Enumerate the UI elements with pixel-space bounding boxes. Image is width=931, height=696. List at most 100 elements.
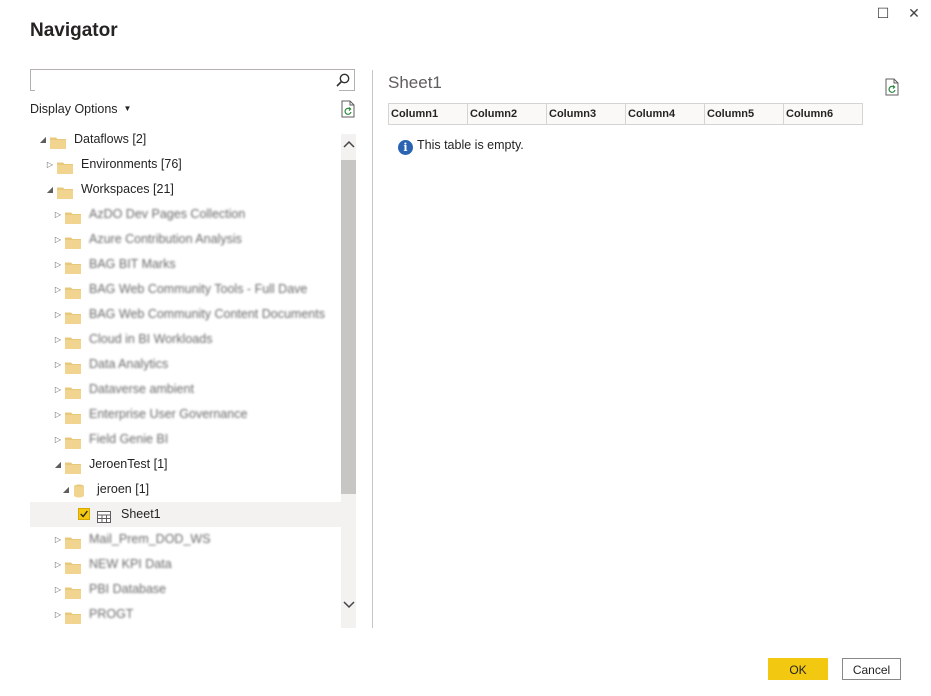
expand-arrow-icon[interactable]: ▷ — [53, 577, 63, 602]
search-box[interactable] — [30, 69, 355, 91]
tree-item[interactable]: ▷ BAG Web Community Content Documents — [30, 302, 341, 327]
search-input[interactable] — [35, 71, 339, 91]
table-icon — [97, 507, 113, 523]
expand-arrow-icon[interactable]: ▷ — [53, 527, 63, 552]
empty-table-message: i This table is empty. — [398, 138, 524, 155]
tree-scrollbar[interactable] — [341, 134, 356, 628]
folder-icon — [57, 158, 73, 174]
tree-item[interactable]: ▷ PBI Database — [30, 577, 341, 602]
tree-item-label: Azure Contribution Analysis — [89, 232, 242, 246]
expand-arrow-icon[interactable]: ▷ — [53, 252, 63, 277]
folder-icon — [65, 583, 81, 599]
tree-item-label: Environments [76] — [81, 157, 182, 171]
tree-item-label: BAG Web Community Tools - Full Dave — [89, 282, 308, 296]
tree-item-label: Field Genie BI — [89, 432, 169, 446]
folder-icon — [65, 533, 81, 549]
folder-icon — [65, 258, 81, 274]
caret-down-icon: ▼ — [123, 104, 132, 113]
expand-arrow-icon[interactable]: ▷ — [53, 202, 63, 227]
scroll-thumb[interactable] — [341, 160, 356, 494]
pane-divider — [372, 70, 373, 628]
folder-icon — [65, 308, 81, 324]
tree-item-label: Cloud in BI Workloads — [89, 332, 213, 346]
expand-arrow-icon[interactable]: ▷ — [53, 327, 63, 352]
empty-message-text: This table is empty. — [417, 138, 524, 152]
tree-item[interactable]: ▷ AzDO Dev Pages Collection — [30, 202, 341, 227]
folder-icon — [65, 433, 81, 449]
refresh-preview-icon[interactable] — [884, 78, 900, 96]
maximize-button[interactable]: ☐ — [874, 4, 892, 22]
folder-icon — [65, 383, 81, 399]
folder-icon — [65, 208, 81, 224]
tree-item[interactable]: ▷ Dataverse ambient — [30, 377, 341, 402]
expand-arrow-icon[interactable]: ▷ — [53, 377, 63, 402]
tree-item-label: Workspaces [21] — [81, 182, 174, 196]
chevron-down-icon[interactable] — [341, 596, 356, 616]
column-header: Column3 — [546, 103, 626, 125]
ok-button[interactable]: OK — [768, 658, 828, 680]
tree-item[interactable]: ◢ JeroenTest [1] — [30, 452, 341, 477]
tree-item[interactable]: ▷ BAG BIT Marks — [30, 252, 341, 277]
chevron-up-icon[interactable] — [341, 137, 356, 157]
tree-item[interactable]: ▷ Environments [76] — [30, 152, 341, 177]
tree-item[interactable]: ▷ Mail_Prem_DOD_WS — [30, 527, 341, 552]
expand-arrow-icon[interactable]: ▷ — [45, 152, 55, 177]
folder-icon — [65, 333, 81, 349]
column-header: Column2 — [467, 103, 547, 125]
tree-item-label: Data Analytics — [89, 357, 169, 371]
tree-item-label: Sheet1 — [121, 507, 161, 521]
expand-arrow-icon[interactable]: ▷ — [53, 402, 63, 427]
tree-item[interactable]: ▷ Enterprise User Governance — [30, 402, 341, 427]
expand-arrow-icon[interactable]: ▷ — [53, 552, 63, 577]
folder-icon — [65, 233, 81, 249]
column-header: Column5 — [704, 103, 784, 125]
tree-item[interactable]: ▷ Data Analytics — [30, 352, 341, 377]
cancel-button[interactable]: Cancel — [842, 658, 901, 680]
item-checkbox[interactable] — [78, 508, 90, 520]
expand-arrow-icon[interactable]: ▷ — [53, 602, 63, 627]
expand-arrow-icon[interactable]: ▷ — [53, 427, 63, 452]
database-icon — [73, 482, 89, 498]
collapse-arrow-icon[interactable]: ◢ — [45, 177, 55, 202]
tree-item[interactable]: ▷ Field Genie BI — [30, 427, 341, 452]
tree-item[interactable]: ▷ PROGT — [30, 602, 341, 627]
tree-item[interactable]: Sheet1 — [30, 502, 341, 527]
tree-item-label: BAG Web Community Content Documents — [89, 307, 325, 321]
tree-item[interactable]: ▷ Cloud in BI Workloads — [30, 327, 341, 352]
folder-icon — [65, 558, 81, 574]
tree-item[interactable]: ▷ Azure Contribution Analysis — [30, 227, 341, 252]
expand-arrow-icon[interactable]: ▷ — [53, 302, 63, 327]
folder-icon — [65, 283, 81, 299]
folder-icon — [65, 408, 81, 424]
tree-item[interactable]: ▷ BAG Web Community Tools - Full Dave — [30, 277, 341, 302]
folder-icon — [65, 458, 81, 474]
tree-item-label: jeroen [1] — [97, 482, 150, 496]
tree-item-label: PBI Database — [89, 582, 167, 596]
folder-icon — [57, 183, 73, 199]
collapse-arrow-icon[interactable]: ◢ — [38, 127, 48, 152]
display-options-label: Display Options — [30, 102, 118, 116]
column-header: Column6 — [783, 103, 863, 125]
collapse-arrow-icon[interactable]: ◢ — [61, 477, 71, 502]
preview-title: Sheet1 — [388, 73, 442, 92]
info-icon: i — [398, 140, 413, 155]
tree-item[interactable]: ◢ Workspaces [21] — [30, 177, 341, 202]
tree-item[interactable]: ◢ jeroen [1] — [30, 477, 341, 502]
tree-item-label: BAG BIT Marks — [89, 257, 176, 271]
expand-arrow-icon[interactable]: ▷ — [53, 227, 63, 252]
search-icon[interactable] — [335, 72, 351, 88]
collapse-arrow-icon[interactable]: ◢ — [53, 452, 63, 477]
tree-item-label: NEW KPI Data — [89, 557, 172, 571]
tree-item[interactable]: ▷ NEW KPI Data — [30, 552, 341, 577]
refresh-icon[interactable] — [340, 100, 356, 118]
navigator-tree[interactable]: ◢ Dataflows [2] ▷ Environments [76] ◢ Workspa… — [30, 127, 356, 629]
display-options-dropdown[interactable]: Display Options ▼ — [30, 102, 131, 116]
expand-arrow-icon[interactable]: ▷ — [53, 277, 63, 302]
expand-arrow-icon[interactable]: ▷ — [53, 352, 63, 377]
tree-item-label: Dataverse ambient — [89, 382, 194, 396]
close-button[interactable]: ✕ — [905, 4, 923, 22]
column-header: Column4 — [625, 103, 705, 125]
tree-item[interactable]: ◢ Dataflows [2] — [30, 127, 341, 152]
tree-item-label: Dataflows [2] — [74, 132, 147, 146]
tree-item-label: AzDO Dev Pages Collection — [89, 207, 246, 221]
